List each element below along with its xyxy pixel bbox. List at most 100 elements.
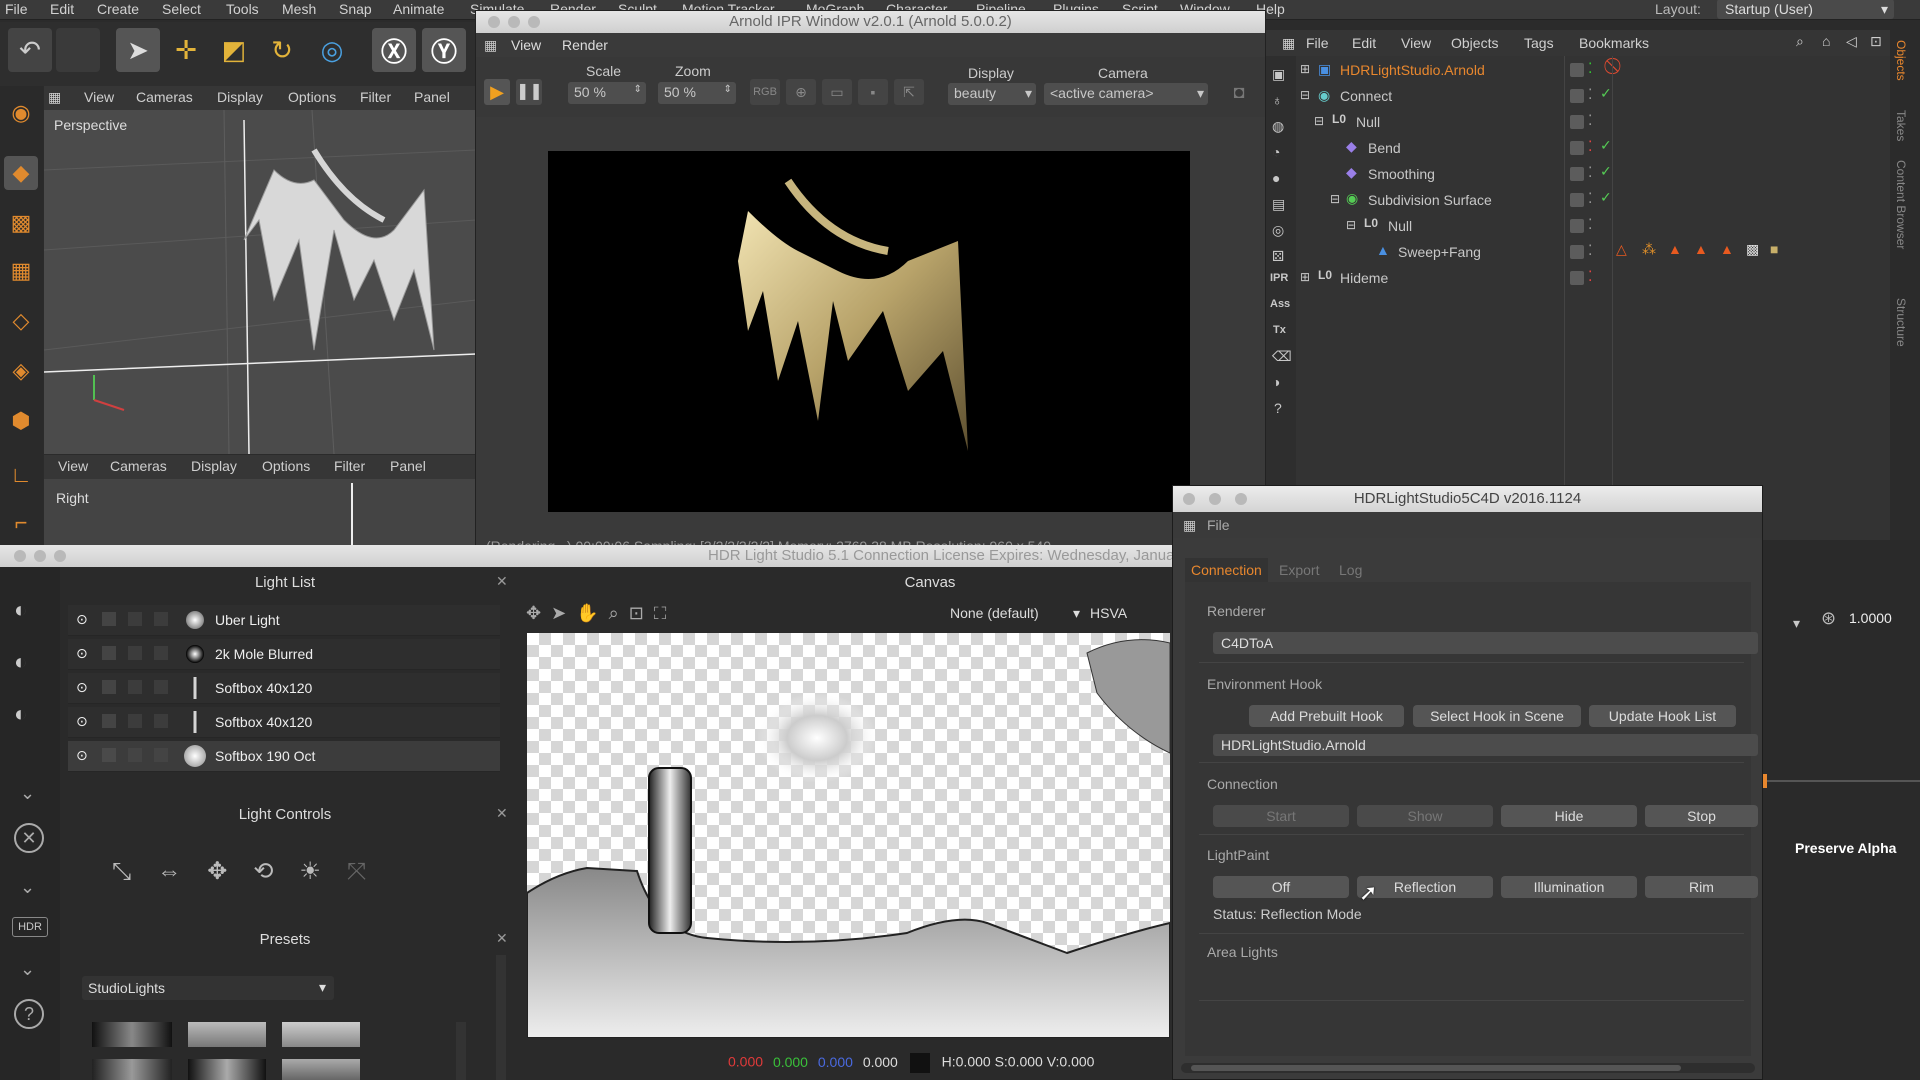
trash-icon[interactable]: ⌫: [1272, 348, 1292, 365]
check-icon[interactable]: ✓: [1600, 163, 1612, 180]
vp-menu-view[interactable]: View: [84, 89, 114, 105]
object-checkbox[interactable]: [1570, 115, 1584, 129]
object-checkbox[interactable]: [1570, 89, 1584, 103]
tab-objects[interactable]: Objects: [1894, 40, 1908, 81]
tree-row-smoothing[interactable]: ◆ Smoothing ⁚ ✓: [1296, 162, 1886, 186]
vp2-menu-view[interactable]: View: [58, 458, 88, 474]
menu-edit[interactable]: Edit: [50, 1, 74, 17]
scale-tool-icon[interactable]: ◩: [212, 28, 256, 72]
mute-toggle[interactable]: [154, 714, 168, 728]
tab-structure[interactable]: Structure: [1894, 298, 1908, 347]
lock-toggle[interactable]: [128, 612, 142, 626]
window-close-button[interactable]: [488, 16, 500, 28]
window-minimize-button[interactable]: [1209, 493, 1221, 505]
window-zoom-button[interactable]: [54, 550, 66, 562]
texture-mode-icon[interactable]: ▩: [4, 206, 38, 240]
fit-icon[interactable]: ⊡: [629, 603, 654, 623]
light-icon[interactable]: ♁: [1272, 92, 1283, 108]
preset-thumbnail[interactable]: [282, 1022, 360, 1047]
presets-scrollbar-outer[interactable]: [496, 955, 506, 1080]
workplane-icon[interactable]: ▦: [4, 254, 38, 288]
window-zoom-button[interactable]: [1235, 493, 1247, 505]
pause-icon[interactable]: ❚❚: [516, 79, 543, 105]
eye-icon[interactable]: ⊙: [76, 611, 88, 628]
hdr-button[interactable]: HDR: [12, 917, 48, 937]
menu-mesh[interactable]: Mesh: [282, 1, 316, 17]
collapse-icon[interactable]: ⊟: [1300, 88, 1310, 102]
update-hook-list-button[interactable]: Update Hook List: [1589, 705, 1736, 727]
solo-toggle[interactable]: [102, 714, 116, 728]
scale-light-icon[interactable]: ⤡: [112, 858, 157, 885]
pointer-icon[interactable]: ➤: [551, 603, 576, 623]
object-checkbox[interactable]: [1570, 245, 1584, 259]
presets-select[interactable]: StudioLights ▾: [82, 976, 334, 1000]
undo-icon[interactable]: ↶: [8, 28, 52, 72]
preset-thumbnail[interactable]: [188, 1022, 266, 1047]
globe-icon[interactable]: ⊕: [786, 79, 816, 105]
add-prebuilt-hook-button[interactable]: Add Prebuilt Hook: [1249, 705, 1404, 727]
polygons-mode-icon[interactable]: ⬢: [4, 404, 38, 438]
menu-create[interactable]: Create: [97, 1, 139, 17]
slider-handle[interactable]: [1763, 774, 1767, 788]
object-checkbox[interactable]: [1570, 271, 1584, 285]
texture-tag-icon[interactable]: ■: [1770, 241, 1778, 257]
right-viewport[interactable]: View Cameras Display Options Filter Pane…: [44, 455, 476, 545]
scale-input[interactable]: 50 % ⇕: [568, 82, 646, 104]
expand-icon[interactable]: ⊞: [1300, 62, 1310, 76]
slider-track[interactable]: [1763, 780, 1920, 782]
om-menu-bookmarks[interactable]: Bookmarks: [1579, 35, 1649, 51]
tab-content-browser[interactable]: Content Browser: [1894, 160, 1908, 249]
hide-button[interactable]: Hide: [1501, 805, 1637, 827]
lock-toggle[interactable]: [128, 680, 142, 694]
select-hook-in-scene-button[interactable]: Select Hook in Scene: [1413, 705, 1581, 727]
ipr-menu-view[interactable]: View: [511, 37, 541, 53]
dialog-menu-file[interactable]: File: [1207, 517, 1230, 533]
model-mode-icon[interactable]: ◆: [4, 156, 38, 190]
stop-button[interactable]: Stop: [1645, 805, 1758, 827]
ass-button[interactable]: Ass: [1270, 298, 1290, 310]
export-icon[interactable]: ⇱: [894, 79, 924, 105]
solo-toggle[interactable]: [102, 680, 116, 694]
vp-menu-filter[interactable]: Filter: [360, 89, 391, 105]
collapse-icon[interactable]: ⊟: [1314, 114, 1324, 128]
collapse-icon[interactable]: ⊟: [1330, 192, 1340, 206]
vp2-menu-display[interactable]: Display: [191, 458, 237, 474]
visibility-dots[interactable]: ⁚: [1588, 60, 1592, 77]
light-row[interactable]: ⊙ Uber Light: [68, 605, 500, 636]
zoom-input[interactable]: 50 % ⇕: [658, 82, 736, 104]
show-button[interactable]: Show: [1357, 805, 1493, 827]
width-light-icon[interactable]: ⇔: [157, 858, 207, 885]
document-icon[interactable]: ▤: [1272, 196, 1285, 213]
dropper-icon[interactable]: ⌄: [20, 959, 35, 980]
check-icon[interactable]: ✓: [1600, 137, 1612, 154]
close-icon[interactable]: ✕: [496, 930, 508, 947]
hand-icon[interactable]: ✋: [576, 603, 608, 623]
visibility-dots[interactable]: ⁚: [1588, 216, 1592, 233]
object-checkbox[interactable]: [1570, 167, 1584, 181]
window-minimize-button[interactable]: [34, 550, 46, 562]
light-row[interactable]: ⊙ 2k Mole Blurred: [68, 639, 500, 670]
dropper-icon[interactable]: ⌄: [20, 877, 35, 898]
checker-tag-icon[interactable]: ▩: [1746, 241, 1759, 258]
tweak-mode-icon[interactable]: ⌐: [4, 506, 38, 540]
vp2-menu-options[interactable]: Options: [262, 458, 310, 474]
help-icon[interactable]: ?: [14, 999, 44, 1029]
collapse-icon[interactable]: ⊟: [1346, 218, 1356, 232]
material-tag-icon[interactable]: ▲: [1668, 241, 1682, 257]
camera-select[interactable]: <active camera> ▾: [1044, 83, 1208, 105]
perspective-viewport[interactable]: ▦ View Cameras Display Options Filter Pa…: [44, 86, 476, 454]
renderer-field[interactable]: C4DToA: [1213, 632, 1758, 654]
dropper-icon[interactable]: ⌄: [20, 783, 35, 804]
lightpaint-rim-button[interactable]: Rim: [1645, 876, 1758, 898]
menu-snap[interactable]: Snap: [339, 1, 372, 17]
tab-connection[interactable]: Connection: [1185, 558, 1268, 582]
canvas-color-space[interactable]: HSVA: [1090, 605, 1127, 621]
dice-icon[interactable]: ⚄: [1272, 248, 1284, 265]
region-icon[interactable]: ▭: [822, 79, 852, 105]
shading-icon[interactable]: ◑: [1272, 374, 1280, 390]
om-menu-file[interactable]: File: [1306, 35, 1329, 51]
preset-thumbnail[interactable]: [92, 1059, 172, 1080]
x-axis-icon[interactable]: Ⓧ: [372, 28, 416, 72]
material-icon[interactable]: ◔: [1272, 144, 1280, 160]
play-icon[interactable]: ▶: [484, 79, 510, 105]
